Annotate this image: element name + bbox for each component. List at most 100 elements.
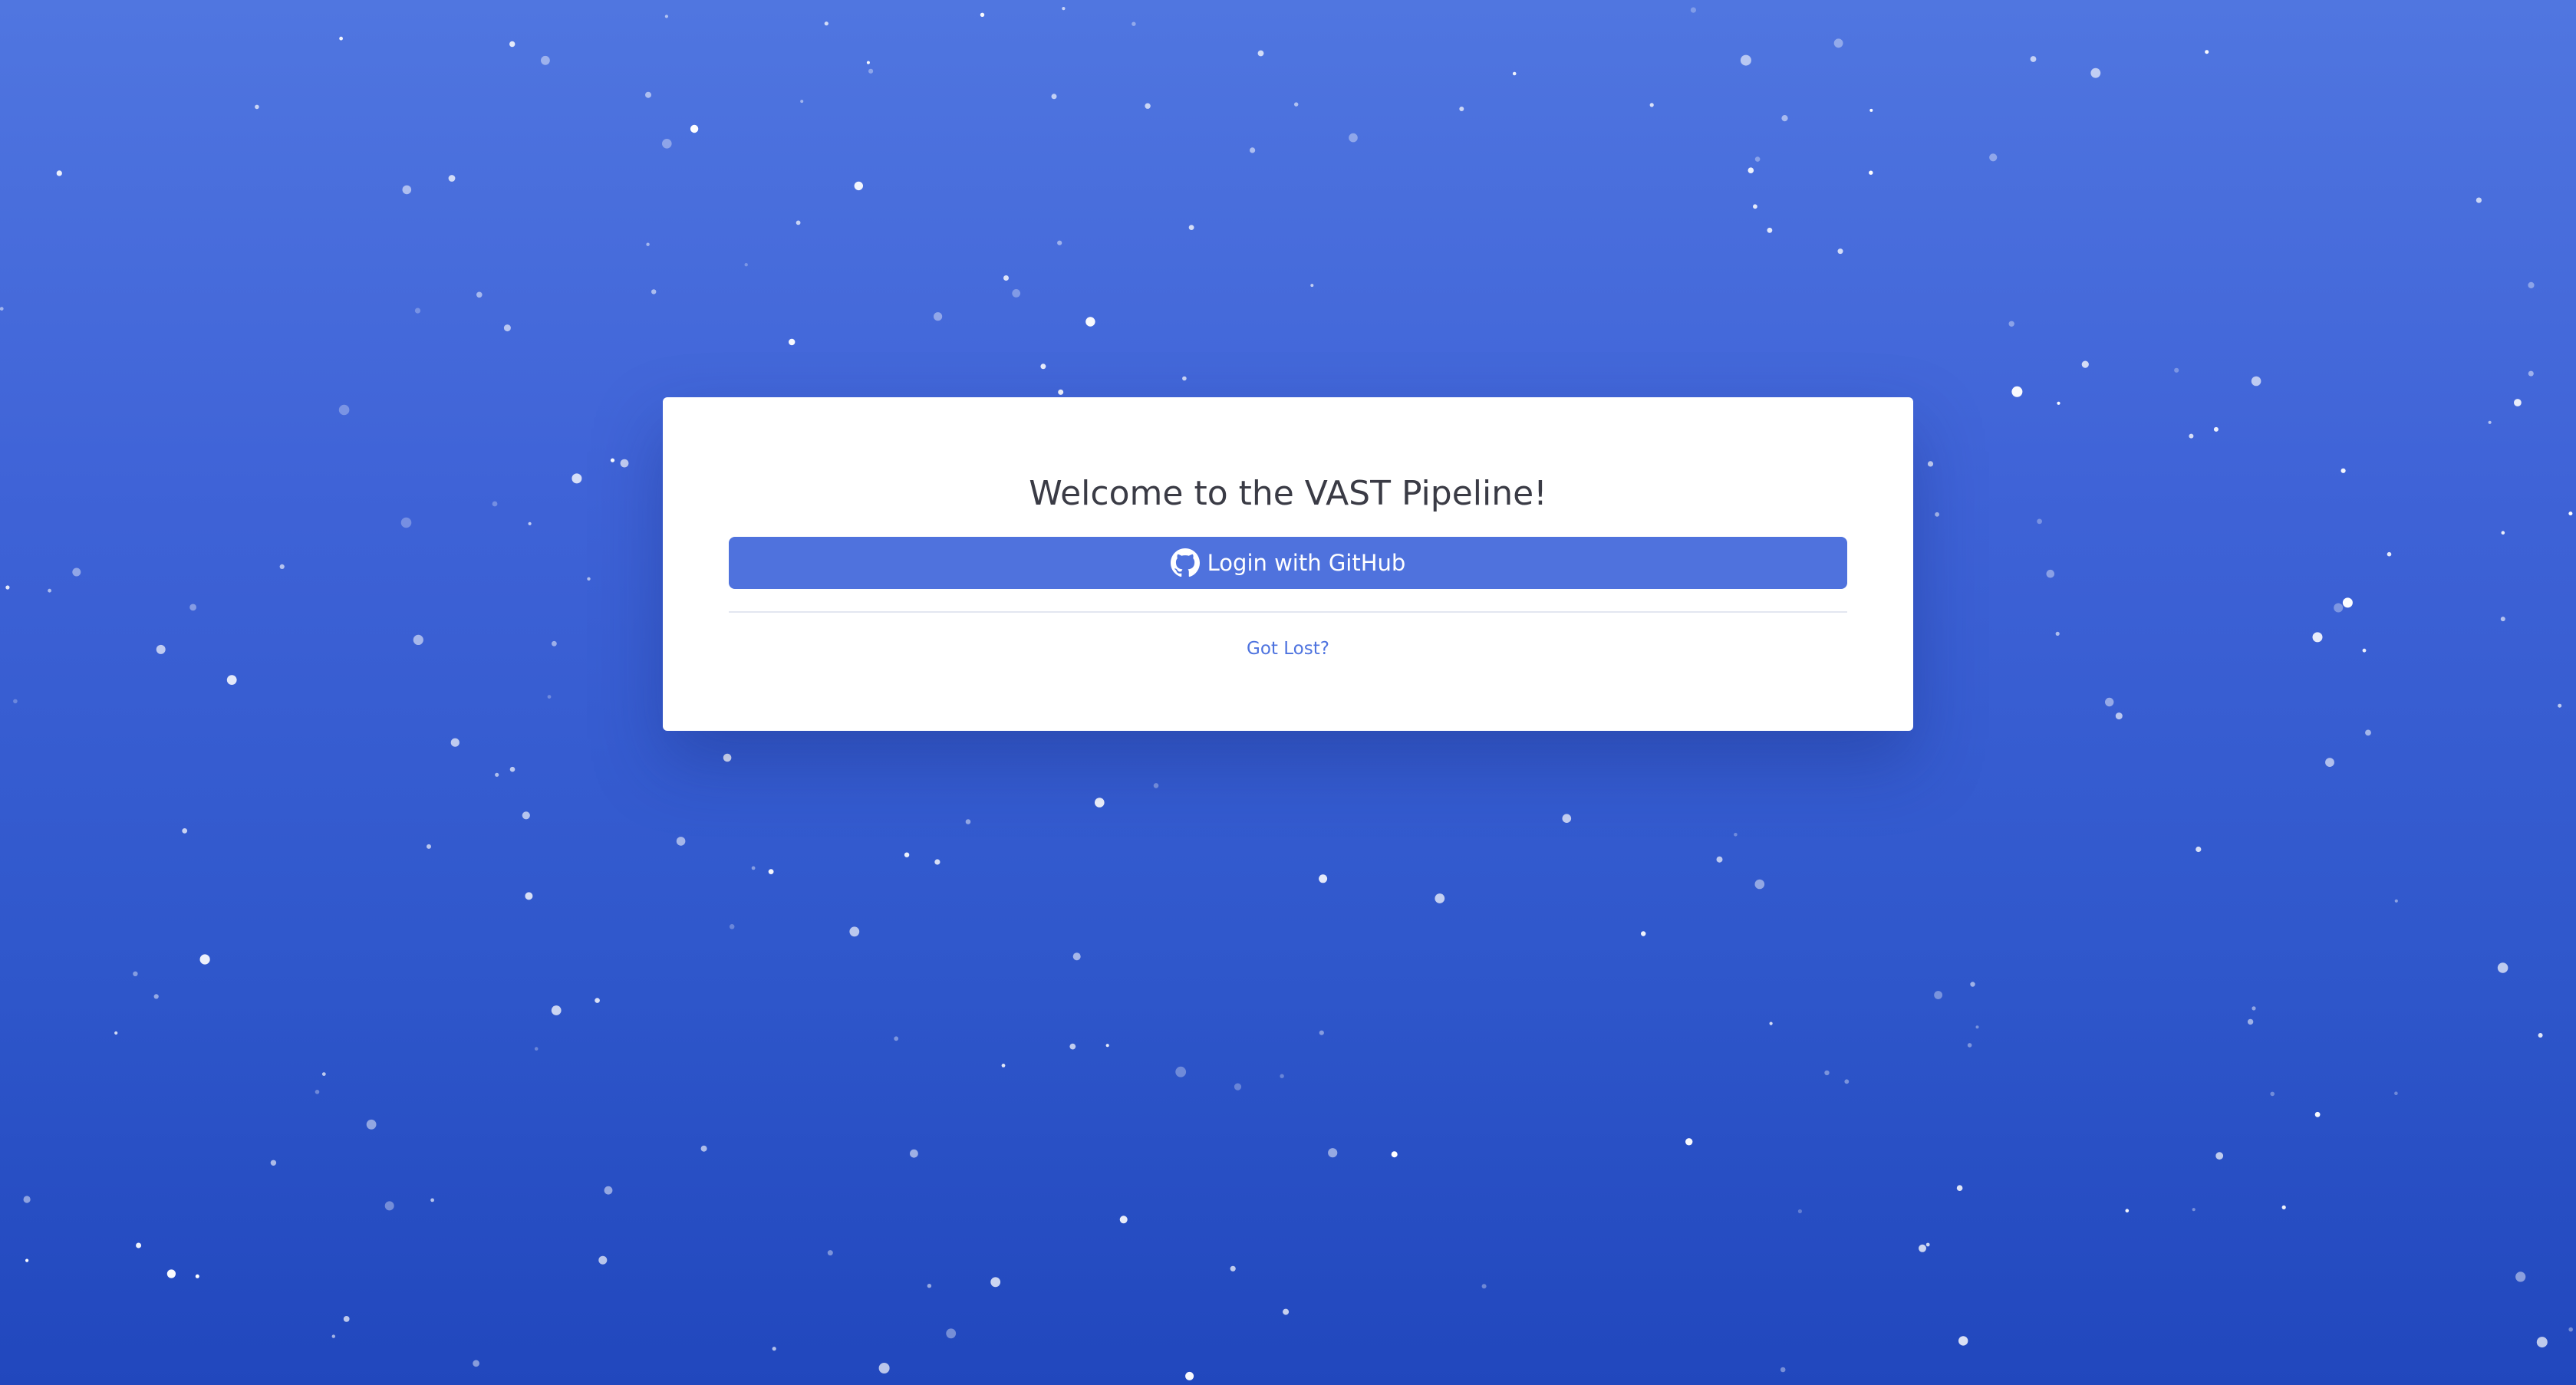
star-dot	[598, 1255, 608, 1265]
star-dot	[796, 220, 801, 225]
star-dot	[1349, 133, 1358, 143]
star-dot	[2497, 962, 2508, 973]
star-dot	[1780, 1367, 1786, 1373]
star-dot	[2340, 468, 2346, 473]
star-dot	[866, 61, 870, 64]
star-dot	[723, 753, 732, 762]
star-dot	[744, 263, 748, 267]
star-dot	[2189, 433, 2194, 439]
star-dot	[2334, 603, 2344, 613]
star-dot	[824, 21, 828, 26]
star-dot	[2488, 420, 2492, 424]
star-dot	[509, 766, 516, 772]
star-dot	[503, 324, 511, 332]
star-dot	[2192, 1208, 2196, 1212]
login-card: Welcome to the VAST Pipeline! Login with…	[663, 397, 1913, 731]
star-dot	[2008, 321, 2014, 327]
star-dot	[1257, 50, 1264, 57]
star-dot	[343, 1316, 350, 1322]
star-dot	[1690, 7, 1696, 13]
star-dot	[2536, 1337, 2548, 1348]
star-dot	[646, 242, 650, 246]
star-dot	[878, 1363, 890, 1373]
star-dot	[339, 36, 343, 41]
star-dot	[651, 289, 657, 294]
star-dot	[166, 1269, 176, 1278]
star-dot	[1051, 94, 1057, 100]
star-dot	[2365, 729, 2371, 736]
star-dot	[1069, 1043, 1076, 1050]
star-dot	[2515, 1272, 2526, 1282]
star-dot	[1175, 1066, 1187, 1077]
star-dot	[854, 181, 864, 191]
login-with-github-button[interactable]: Login with GitHub	[729, 537, 1847, 589]
star-dot	[2528, 281, 2535, 288]
star-dot	[789, 338, 796, 346]
star-dot	[427, 844, 431, 849]
star-dot	[768, 869, 774, 874]
star-dot	[1310, 284, 1314, 288]
star-dot	[509, 41, 516, 48]
star-dot	[1989, 153, 1998, 162]
star-dot	[800, 100, 804, 104]
star-dot	[2115, 712, 2123, 720]
star-dot	[1781, 115, 1788, 122]
star-dot	[2568, 512, 2573, 516]
star-dot	[2270, 1091, 2275, 1097]
star-dot	[910, 1149, 918, 1158]
star-dot	[56, 170, 62, 176]
got-lost-link[interactable]: Got Lost?	[729, 639, 1847, 659]
star-dot	[1512, 71, 1517, 76]
star-dot	[604, 1186, 613, 1195]
star-dot	[595, 998, 600, 1003]
star-dot	[1095, 798, 1105, 808]
star-dot	[1391, 1151, 1398, 1158]
star-dot	[1280, 1074, 1284, 1078]
star-dot	[572, 473, 582, 484]
star-dot	[1925, 1242, 1930, 1247]
star-dot	[1012, 289, 1021, 298]
star-dot	[430, 1198, 434, 1202]
star-dot	[1970, 982, 1975, 987]
star-dot	[1283, 1308, 1290, 1315]
star-dot	[315, 1090, 320, 1094]
star-dot	[473, 1360, 479, 1367]
star-dot	[2105, 697, 2114, 707]
welcome-title: Welcome to the VAST Pipeline!	[1029, 474, 1547, 513]
star-dot	[1869, 170, 1873, 175]
star-dot	[2568, 1327, 2573, 1332]
star-dot	[5, 585, 10, 590]
star-dot	[2528, 370, 2534, 377]
star-dot	[2174, 367, 2179, 373]
star-dot	[990, 1277, 1001, 1288]
star-dot	[1753, 204, 1757, 209]
star-dot	[1767, 227, 1773, 233]
star-dot	[1934, 991, 1943, 999]
star-dot	[1797, 1209, 1802, 1214]
star-dot	[2387, 551, 2392, 557]
star-dot	[2394, 899, 2398, 903]
star-dot	[199, 954, 210, 965]
star-dot	[772, 1347, 776, 1351]
star-dot	[934, 312, 943, 321]
star-dot	[551, 1005, 562, 1015]
star-dot	[133, 971, 138, 977]
star-dot	[2057, 401, 2060, 405]
star-dot	[189, 604, 196, 611]
star-dot	[1562, 814, 1572, 823]
star-dot	[904, 852, 910, 857]
star-dot	[1328, 1148, 1338, 1158]
star-dot	[1057, 240, 1062, 245]
star-dot	[868, 68, 874, 74]
star-dot	[927, 1284, 932, 1288]
star-dot	[620, 459, 629, 468]
star-dot	[2213, 426, 2219, 432]
star-dot	[2538, 1033, 2543, 1038]
star-dot	[965, 819, 971, 824]
star-dot	[525, 892, 533, 900]
star-dot	[1754, 156, 1761, 162]
star-dot	[980, 12, 985, 17]
star-dot	[1085, 317, 1095, 327]
star-dot	[2362, 648, 2367, 653]
star-dot	[2247, 1018, 2254, 1025]
